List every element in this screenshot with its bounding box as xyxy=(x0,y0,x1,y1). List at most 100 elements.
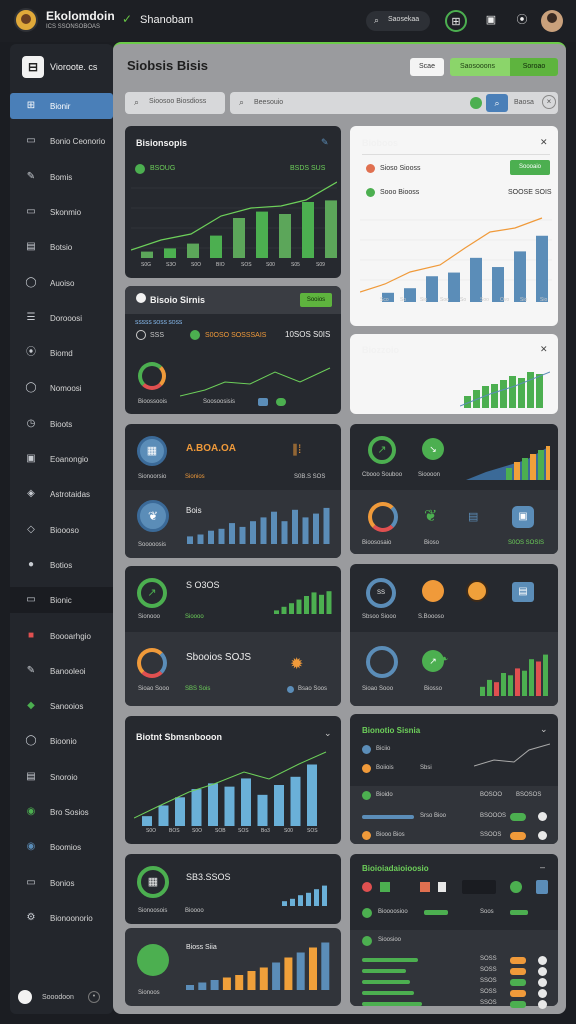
sidebar-item-label: Sanooios xyxy=(50,702,84,712)
toggle[interactable] xyxy=(510,990,526,997)
sidebar-item-13[interactable]: ◇ Bioooso xyxy=(10,517,113,543)
sidebar-item-4[interactable]: ▭ Skonmio xyxy=(10,199,113,225)
sidebar-item-20[interactable]: ▤ Snoroio xyxy=(10,764,113,790)
donut-chart-icon xyxy=(137,648,167,678)
sidebar-item-5[interactable]: ▤ Botsio xyxy=(10,234,113,260)
chart-bar xyxy=(186,985,194,990)
progress-bar xyxy=(362,980,410,984)
radio-icon[interactable] xyxy=(538,967,547,976)
chart-bar xyxy=(306,892,311,906)
chart-bar xyxy=(530,454,536,480)
sidebar-item-3[interactable]: ✎ Bomis xyxy=(10,164,113,190)
sidebar-item-23[interactable]: ▭ Bonios xyxy=(10,870,113,896)
chart-insight xyxy=(282,885,327,906)
chart-bar xyxy=(224,786,235,826)
sidebar-item-7[interactable]: ☰ Dorooosi xyxy=(10,305,113,331)
chart-bar xyxy=(536,374,543,408)
chart-bar xyxy=(470,257,482,302)
progress-bar xyxy=(510,910,528,915)
sidebar-item-8[interactable]: ⦿ Biomd xyxy=(10,340,113,366)
radio-icon[interactable] xyxy=(538,1000,547,1009)
sidebar-item-9[interactable]: ◯ Nomoosi xyxy=(10,375,113,401)
grid-icon-button[interactable]: ⊞ xyxy=(445,10,467,32)
progress-bar xyxy=(362,958,418,962)
kpi-value: A.BOA.OA xyxy=(186,443,236,454)
sidebar-item-18[interactable]: ◆ Sanooios xyxy=(10,693,113,719)
sidebar-item-21[interactable]: ◉ Bro Sosios xyxy=(10,799,113,825)
minus-icon[interactable]: – xyxy=(540,862,545,872)
sidebar-item-24[interactable]: ⚙ Bionoonorio xyxy=(10,905,113,931)
sidebar-item-6[interactable]: ◯ Auoiso xyxy=(10,270,113,296)
dark-field[interactable] xyxy=(462,880,496,894)
search-bar[interactable]: ⌕ Beesouio ⌕ Baosa × xyxy=(230,92,558,114)
footer-label-2: Bioso xyxy=(424,540,440,546)
toggle[interactable] xyxy=(510,957,526,964)
search-submit-button[interactable]: ⌕ xyxy=(486,94,508,112)
settings-icon[interactable]: • xyxy=(88,991,100,1003)
circle-icon: ◯ xyxy=(25,382,37,394)
sidebar-item-1[interactable]: ⊞ Bionir xyxy=(10,93,113,119)
orange-dot-icon xyxy=(362,831,371,840)
chevron-down-icon[interactable]: ⌄ xyxy=(540,724,548,735)
chart-statistics xyxy=(134,751,327,826)
search-input[interactable]: Beesouio xyxy=(254,99,283,106)
x-tick-label: Ovo xyxy=(500,297,510,303)
row-label: Boiiois xyxy=(376,765,394,771)
close-icon[interactable]: ✕ xyxy=(540,344,548,355)
close-icon[interactable]: ✕ xyxy=(540,137,548,148)
radio-icon[interactable] xyxy=(538,956,547,965)
chevron-down-icon[interactable]: ⌄ xyxy=(324,728,332,739)
filter-dropdown[interactable]: ⌕ Sioosoo Biosdioss xyxy=(125,92,225,114)
chart-bar xyxy=(191,789,202,826)
sidebar-item-14[interactable]: ● Botios xyxy=(10,552,113,578)
x-tick-label: So xyxy=(460,297,467,303)
sidebar-item-label: Biomd xyxy=(50,349,73,359)
toggle[interactable] xyxy=(510,968,526,975)
green-action-secondary[interactable]: Soroao xyxy=(510,58,558,76)
sidebar-item-label: Botsio xyxy=(50,243,73,253)
sidebar-item-15[interactable]: ▭ Bionic xyxy=(10,587,113,614)
toggle-warn[interactable] xyxy=(510,832,526,840)
sidebar-item-10[interactable]: ◷ Bioots xyxy=(10,411,113,437)
sidebar-item-label: Bro Sosios xyxy=(50,808,89,817)
x-tick-label: SOS xyxy=(307,828,318,834)
radio-icon[interactable] xyxy=(538,831,547,840)
chart-bar xyxy=(289,603,294,614)
toggle[interactable] xyxy=(510,979,526,986)
sidebar-item-2[interactable]: ▭ Bonio Ceonorio xyxy=(10,128,113,154)
footer-label: Sionoorsio xyxy=(138,474,167,480)
x-tick-label: S05 xyxy=(291,262,300,268)
green-ring-icon: ◉ xyxy=(26,806,36,817)
leaf-icon: ❦ xyxy=(424,508,438,525)
pin-icon-button[interactable]: ⦿ xyxy=(511,10,533,32)
radio-icon[interactable] xyxy=(538,989,547,998)
sidebar-item-19[interactable]: ◯ Bioonio xyxy=(10,728,113,754)
card-icon: ▭ xyxy=(26,594,36,606)
sidebar-item-12[interactable]: ◈ Astrotaidas xyxy=(10,481,113,507)
chart-bar xyxy=(304,596,309,614)
edit-icon[interactable]: ✎ xyxy=(321,137,329,148)
sidebar-item-16[interactable]: ■ Boooarhgio xyxy=(10,623,113,649)
status-dot-icon xyxy=(470,97,482,109)
green-icon: ◆ xyxy=(27,700,35,712)
sidebar-item-17[interactable]: ✎ Banooleoi xyxy=(10,658,113,684)
chart-details xyxy=(474,743,550,767)
scan-button[interactable]: Scae xyxy=(410,58,444,76)
clear-button[interactable]: × xyxy=(542,95,556,109)
toggle[interactable] xyxy=(510,1001,526,1008)
avatar[interactable] xyxy=(541,10,563,32)
action-button[interactable]: Soooaio xyxy=(510,160,550,175)
bars-icon: ∥⁞ xyxy=(292,442,302,456)
footer-label: Sionoosois xyxy=(138,908,168,914)
chart-bar xyxy=(536,661,541,696)
radio-icon[interactable] xyxy=(538,978,547,987)
radio-icon[interactable] xyxy=(538,812,547,821)
action-button[interactable]: Sooios xyxy=(300,293,332,307)
sidebar-item-22[interactable]: ◉ Boomios xyxy=(10,834,113,860)
window-icon-button[interactable]: ▣ xyxy=(480,10,502,32)
top-search-button[interactable]: ⌕ Saosekaa xyxy=(366,11,430,31)
toggle-on[interactable] xyxy=(510,813,526,821)
search-option[interactable]: Baosa xyxy=(514,99,534,106)
sidebar-item-11[interactable]: ▣ Eoanongio xyxy=(10,446,113,472)
green-action-button[interactable]: Saosooons Soroao xyxy=(450,58,558,76)
